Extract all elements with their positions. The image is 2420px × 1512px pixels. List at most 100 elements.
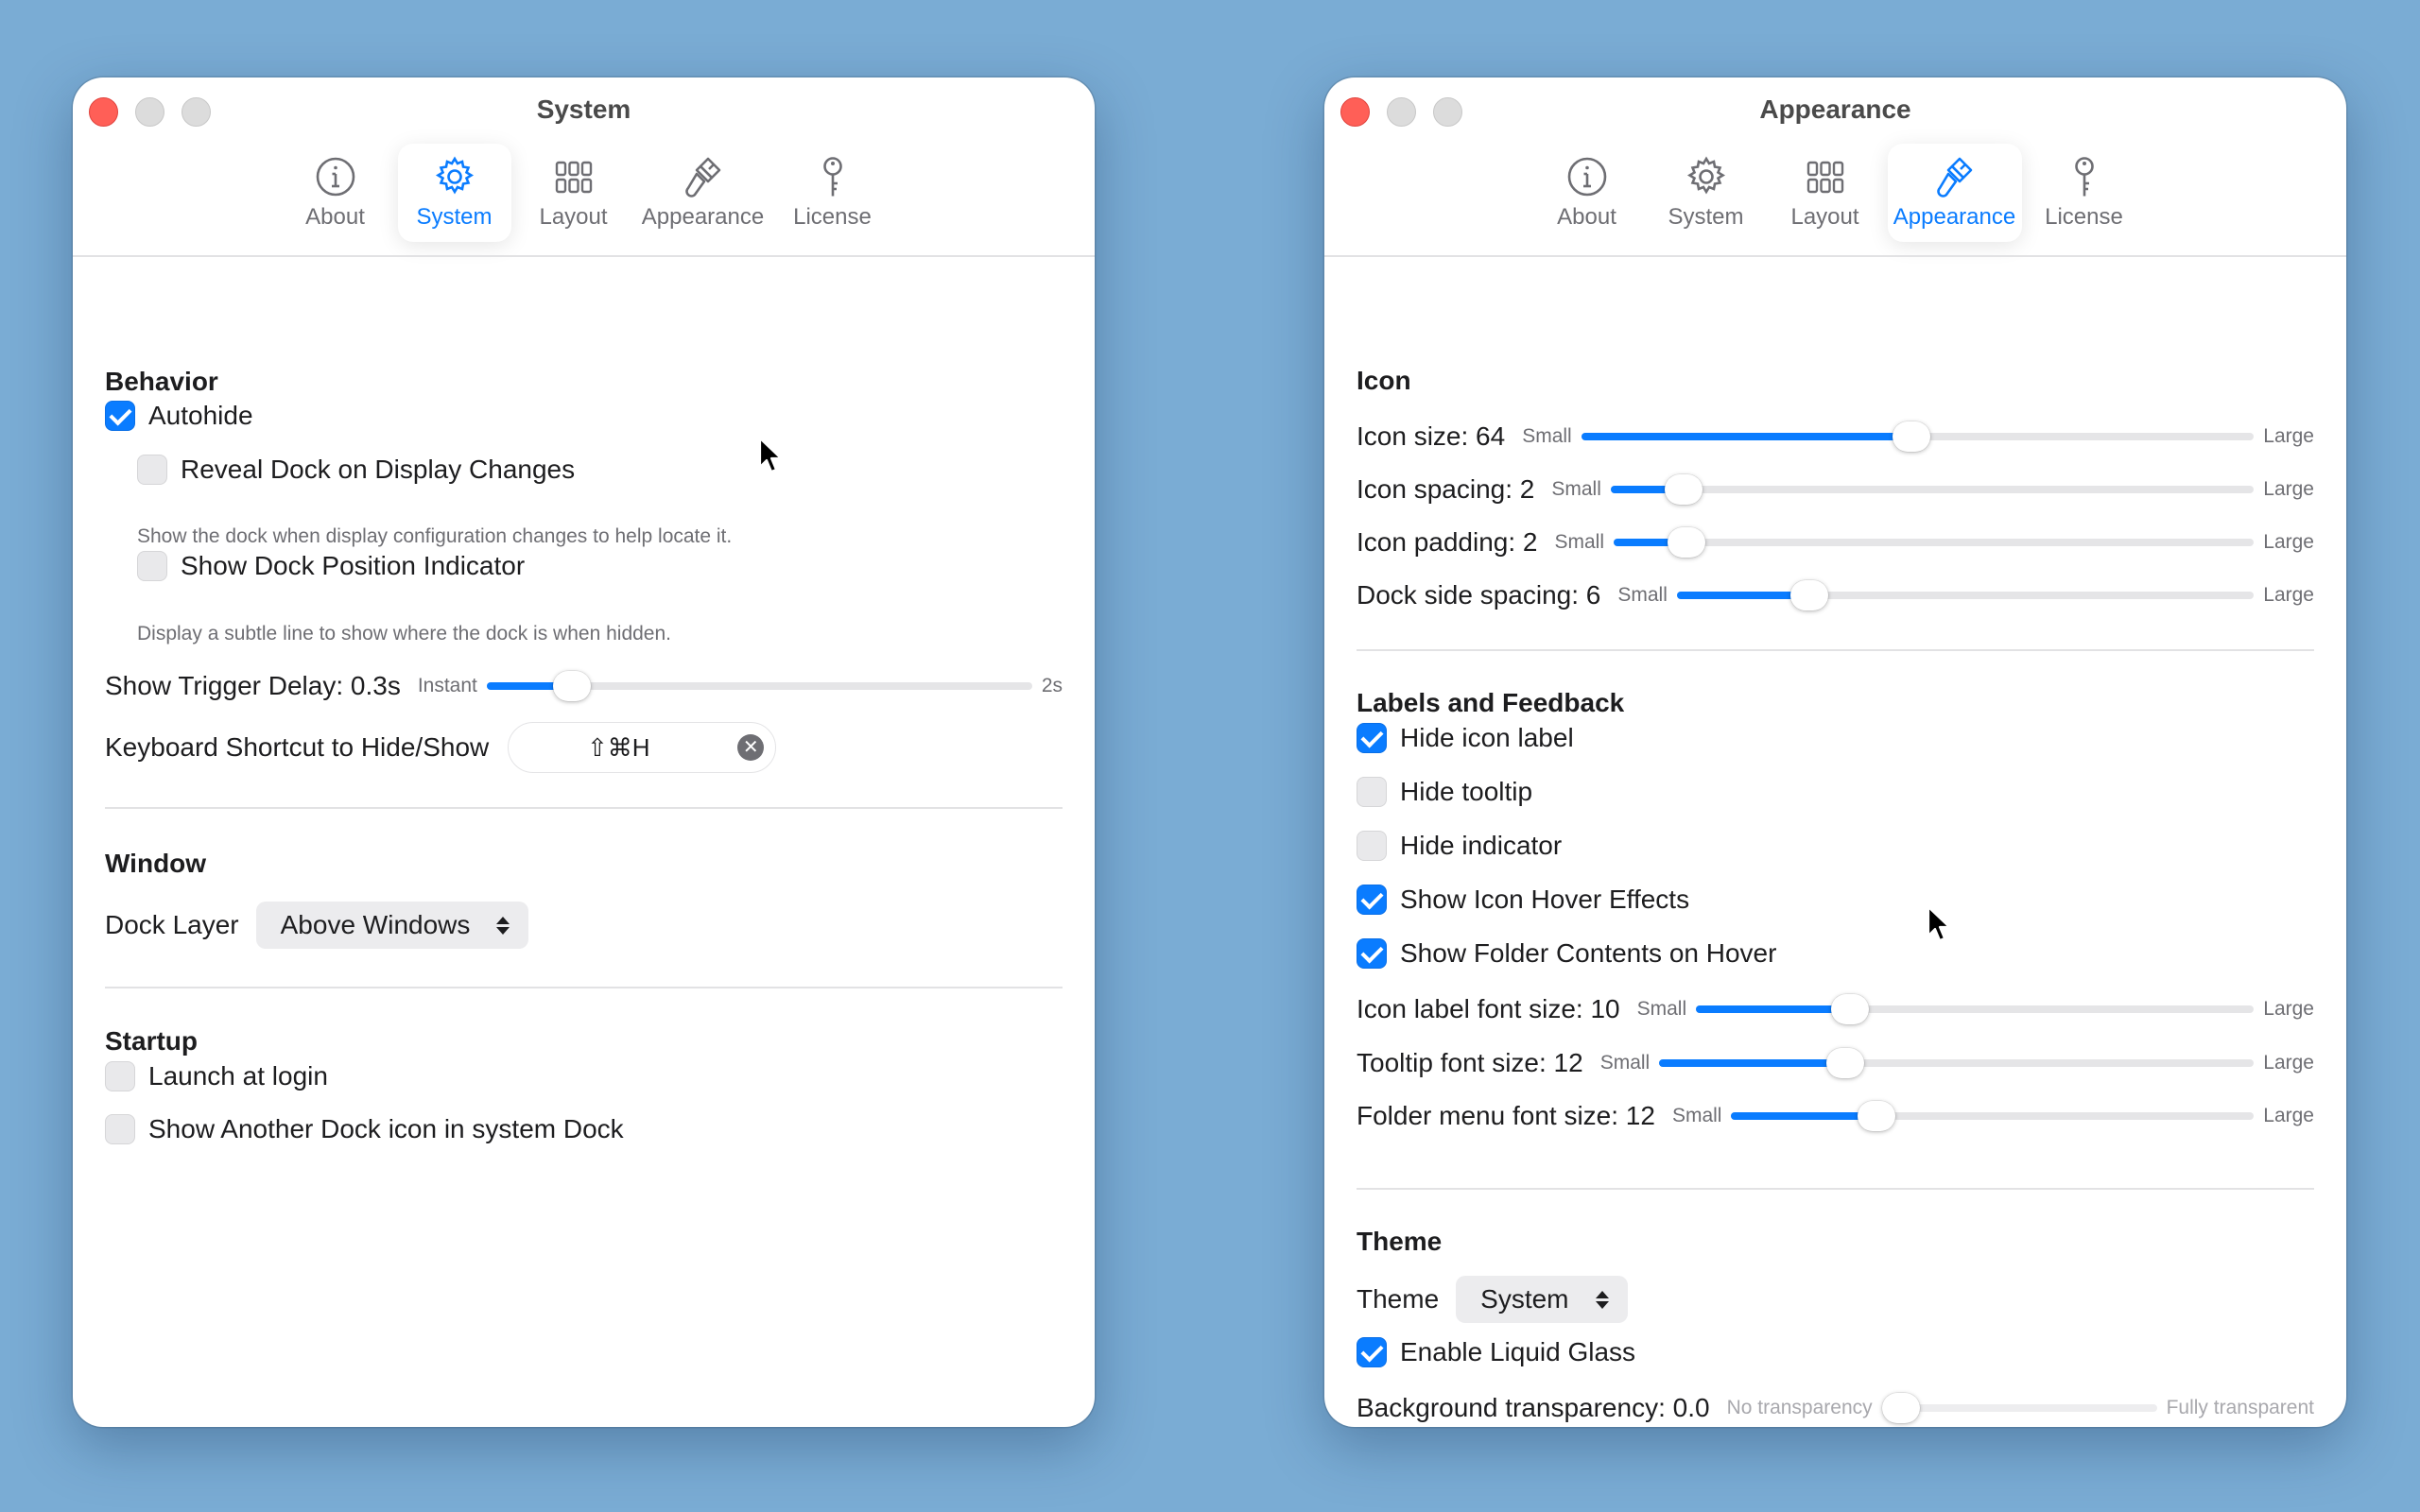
folder-menu-font-size-slider[interactable]	[1731, 1101, 2255, 1131]
trigger-delay-slider[interactable]	[486, 671, 1032, 701]
reveal-dock-help: Show the dock when display configuration…	[137, 525, 733, 547]
show-another-dock-row[interactable]: Show Another Dock icon in system Dock	[105, 1114, 1063, 1144]
launch-at-login-row[interactable]: Launch at login	[105, 1061, 1063, 1091]
hide-indicator-checkbox[interactable]	[1357, 831, 1387, 861]
slider-knob[interactable]	[1789, 580, 1828, 610]
autohide-checkbox[interactable]	[105, 401, 135, 431]
paintbrush-icon	[1936, 157, 1972, 198]
slider-label: Icon spacing: 2	[1357, 474, 1535, 504]
tab-appearance[interactable]: Appearance	[636, 144, 770, 242]
slider-min-label: Small	[1617, 584, 1668, 606]
label-font-size-slider[interactable]	[1696, 994, 2255, 1024]
section-divider	[105, 807, 1063, 809]
tab-license[interactable]: License	[2028, 144, 2141, 242]
slider-label: Background transparency: 0.0	[1357, 1393, 1710, 1422]
slider-fill	[1696, 1005, 1841, 1013]
slider-max-label: Large	[2263, 998, 2314, 1020]
clear-icon[interactable]: ✕	[737, 734, 765, 761]
position-indicator-checkbox[interactable]	[137, 551, 167, 581]
dock-layer-label: Dock Layer	[105, 910, 239, 939]
chevron-updown-icon	[1595, 1290, 1609, 1309]
hide-tooltip-row[interactable]: Hide tooltip	[1357, 777, 2314, 807]
section-title-icon: Icon	[1357, 366, 1411, 395]
slider-knob[interactable]	[1831, 994, 1870, 1024]
autohide-label: Autohide	[148, 401, 253, 430]
slider-fill	[1610, 486, 1669, 493]
tab-label: Layout	[539, 204, 608, 230]
tab-system[interactable]: System	[1650, 144, 1763, 242]
tab-label: System	[1668, 204, 1744, 230]
hide-tooltip-checkbox[interactable]	[1357, 777, 1387, 807]
tab-label: About	[1557, 204, 1616, 230]
transparency-slider[interactable]	[1881, 1393, 2157, 1423]
hide-indicator-row[interactable]: Hide indicator	[1357, 831, 2314, 861]
icon-padding-slider-row: Icon padding: 2 Small Large	[1357, 524, 2314, 561]
tooltip-font-size-slider[interactable]	[1659, 1048, 2255, 1078]
dock-side-spacing-slider-row: Dock side spacing: 6 Small Large	[1357, 576, 2314, 614]
slider-knob[interactable]	[1825, 1048, 1864, 1078]
slider-min-label: Small	[1636, 998, 1687, 1020]
shortcut-recorder[interactable]: ⇧⌘H ✕	[508, 722, 777, 773]
transparency-slider-row: Background transparency: 0.0 No transpar…	[1357, 1389, 2314, 1427]
mouse-pointer-icon	[1927, 905, 1951, 942]
slider-label: Tooltip font size: 12	[1357, 1048, 1583, 1077]
tab-label: Layout	[1790, 204, 1859, 230]
icon-size-slider[interactable]	[1581, 421, 2255, 452]
paintbrush-icon	[684, 157, 720, 198]
slider-knob[interactable]	[1665, 474, 1703, 505]
hover-effects-checkbox[interactable]	[1357, 885, 1387, 915]
titlebar: Appearance About System Layout Appearanc…	[1324, 77, 2346, 255]
slider-max-label: Large	[2263, 1105, 2314, 1126]
slider-knob[interactable]	[1668, 527, 1706, 558]
tab-system[interactable]: System	[397, 144, 511, 242]
position-indicator-row[interactable]: Show Dock Position Indicator	[137, 551, 1063, 581]
folder-contents-row[interactable]: Show Folder Contents on Hover	[1357, 938, 2314, 969]
folder-menu-font-size-slider-row: Folder menu font size: 12 Small Large	[1357, 1097, 2314, 1135]
theme-select[interactable]: System	[1456, 1276, 1628, 1323]
slider-knob[interactable]	[1857, 1101, 1895, 1131]
icon-size-slider-row: Icon size: 64 Small Large	[1357, 418, 2314, 455]
trigger-delay-label: Show Trigger Delay: 0.3s	[105, 671, 401, 700]
tab-label: About	[305, 204, 365, 230]
reveal-dock-checkbox[interactable]	[137, 455, 167, 485]
tab-license[interactable]: License	[776, 144, 890, 242]
position-indicator-help: Display a subtle line to show where the …	[137, 623, 671, 644]
slider-label: Icon padding: 2	[1357, 527, 1538, 557]
hide-icon-label-checkbox[interactable]	[1357, 723, 1387, 753]
tab-layout[interactable]: Layout	[1769, 144, 1882, 242]
launch-at-login-checkbox[interactable]	[105, 1061, 135, 1091]
tab-appearance[interactable]: Appearance	[1887, 144, 2022, 242]
hide-icon-label-row[interactable]: Hide icon label	[1357, 723, 2314, 753]
gear-icon	[435, 156, 474, 195]
dock-side-spacing-slider[interactable]	[1676, 580, 2255, 610]
key-icon	[2074, 157, 2094, 197]
slider-knob[interactable]	[1892, 421, 1930, 452]
slider-max-label: Large	[2263, 531, 2314, 553]
tab-layout[interactable]: Layout	[517, 144, 631, 242]
checkbox-label: Hide indicator	[1400, 831, 1563, 860]
show-another-dock-checkbox[interactable]	[105, 1114, 135, 1144]
window-title: System	[536, 94, 631, 124]
slider-label: Icon label font size: 10	[1357, 994, 1620, 1023]
hover-effects-row[interactable]: Show Icon Hover Effects	[1357, 885, 2314, 915]
slider-fill	[1659, 1059, 1838, 1067]
slider-knob[interactable]	[1881, 1393, 1920, 1423]
toolbar-divider	[1324, 255, 2346, 257]
autohide-row[interactable]: Autohide	[105, 401, 1063, 431]
folder-contents-checkbox[interactable]	[1357, 938, 1387, 969]
tab-about[interactable]: About	[1530, 144, 1644, 242]
chevron-updown-icon	[496, 916, 510, 935]
reveal-dock-row[interactable]: Reveal Dock on Display Changes	[137, 455, 1063, 485]
tab-about[interactable]: About	[279, 144, 392, 242]
label-font-size-slider-row: Icon label font size: 10 Small Large	[1357, 990, 2314, 1028]
dock-layer-select[interactable]: Above Windows	[255, 902, 529, 949]
liquid-glass-row[interactable]: Enable Liquid Glass	[1357, 1337, 2314, 1367]
section-divider	[1357, 1188, 2314, 1190]
icon-spacing-slider[interactable]	[1610, 474, 2255, 505]
tooltip-font-size-slider-row: Tooltip font size: 12 Small Large	[1357, 1044, 2314, 1082]
liquid-glass-checkbox[interactable]	[1357, 1337, 1387, 1367]
icon-spacing-slider-row: Icon spacing: 2 Small Large	[1357, 471, 2314, 508]
appearance-settings-window: Appearance About System Layout Appearanc…	[1324, 77, 2346, 1427]
slider-knob[interactable]	[552, 671, 591, 701]
icon-padding-slider[interactable]	[1614, 527, 2255, 558]
